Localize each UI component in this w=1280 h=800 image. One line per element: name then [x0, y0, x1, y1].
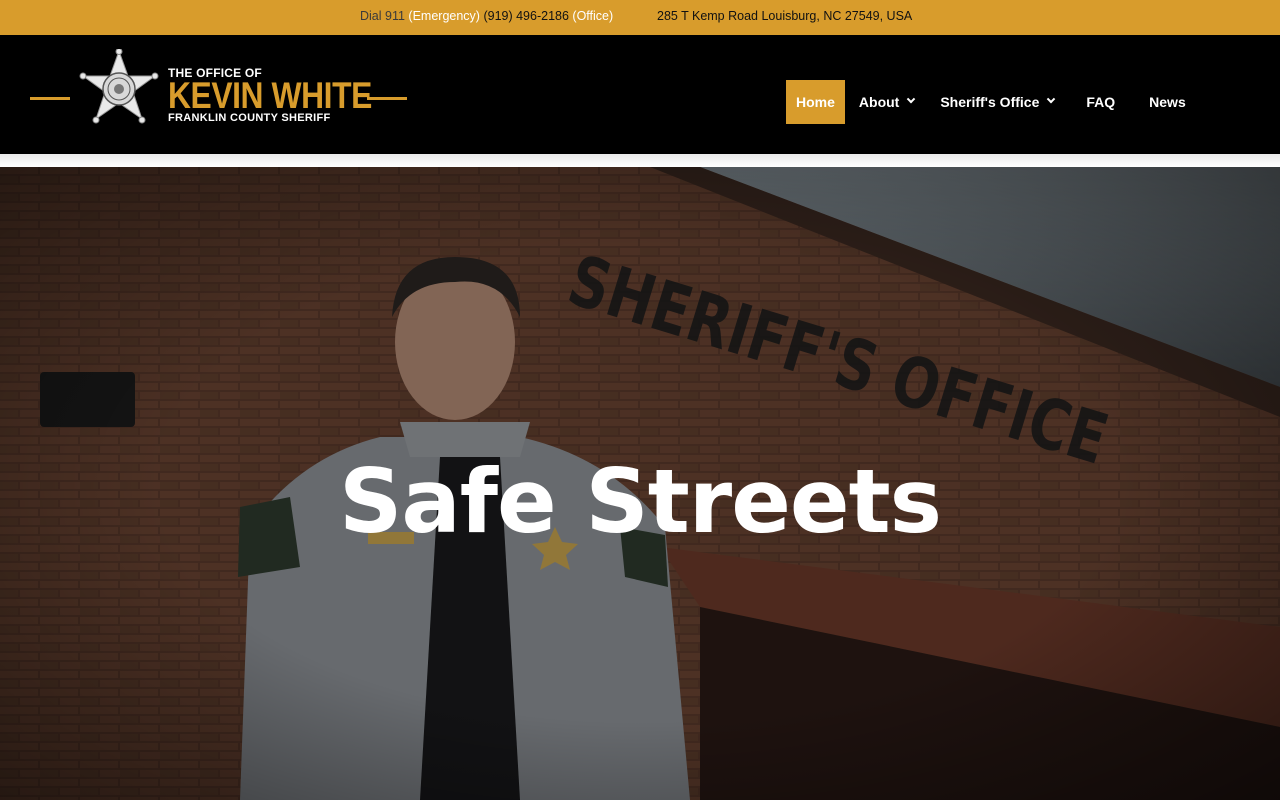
phone-info: Dial 911 (Emergency) (919) 496-2186 (Off… — [360, 9, 613, 23]
site-logo-text[interactable]: THE OFFICE OF KEVIN WHITE FRANKLIN COUNT… — [168, 67, 405, 125]
office-label: (Office) — [572, 9, 614, 23]
emergency-label: (Emergency) — [408, 9, 480, 23]
sheriff-star-badge-icon[interactable] — [79, 49, 159, 129]
chevron-down-icon — [907, 94, 916, 104]
logo-divider-left — [30, 97, 70, 100]
office-phone-link[interactable]: (919) 496-2186 — [483, 9, 568, 23]
nav-label-sheriffs-office: Sheriff's Office — [940, 94, 1040, 110]
hero-banner: SHERIFF'S OFFICE Safe Streets — [0, 167, 1280, 800]
nav-label-about: About — [858, 94, 900, 110]
main-nav: Home About Sheriff's Office FAQ News — [786, 80, 1196, 124]
site-header: THE OFFICE OF KEVIN WHITE FRANKLIN COUNT… — [0, 35, 1280, 154]
nav-label-news: News — [1149, 94, 1186, 110]
nav-label-home: Home — [796, 94, 835, 110]
address-text[interactable]: 285 T Kemp Road Louisburg, NC 27549, USA — [657, 9, 912, 23]
dial-911-text[interactable]: Dial 911 — [360, 9, 405, 23]
hero-title: Safe Streets — [338, 450, 942, 553]
top-contact-bar: Dial 911 (Emergency) (919) 496-2186 (Off… — [0, 0, 1280, 35]
header-separator — [0, 154, 1280, 167]
nav-item-faq[interactable]: FAQ — [1076, 80, 1125, 124]
chevron-down-icon — [1047, 94, 1056, 104]
nav-label-faq: FAQ — [1086, 94, 1116, 110]
nav-item-news[interactable]: News — [1139, 80, 1196, 124]
logo-line-2: KEVIN WHITE — [168, 75, 372, 116]
nav-item-home[interactable]: Home — [786, 80, 845, 124]
nav-item-about[interactable]: About — [849, 80, 924, 124]
nav-item-sheriffs-office[interactable]: Sheriff's Office — [930, 80, 1064, 124]
